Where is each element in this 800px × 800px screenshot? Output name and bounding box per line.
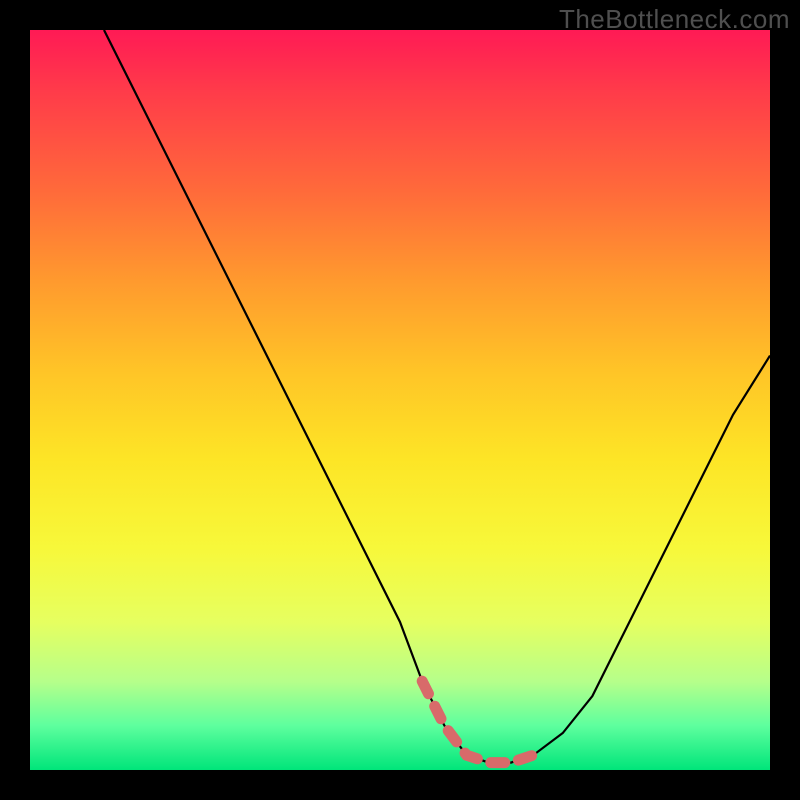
optimal-range-highlight — [422, 681, 533, 762]
bottleneck-curve — [104, 30, 770, 763]
chart-overlay — [30, 30, 770, 770]
chart-stage: TheBottleneck.com — [0, 0, 800, 800]
